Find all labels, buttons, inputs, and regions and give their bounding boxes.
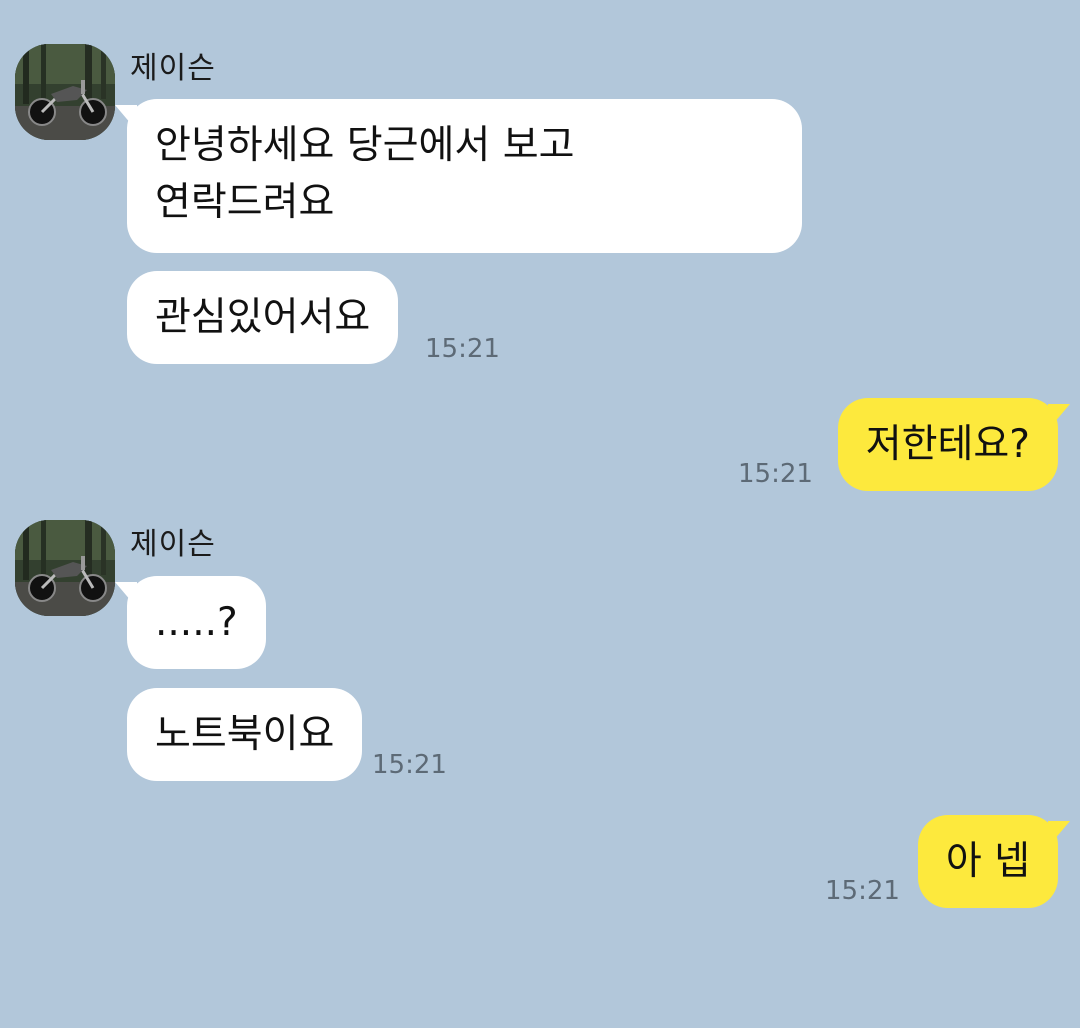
bubble-tail xyxy=(115,582,137,608)
message-line: 노트북이요 xyxy=(155,712,335,757)
sender-name: 제이슨 xyxy=(130,527,216,562)
message-timestamp: 15:21 xyxy=(372,750,447,780)
message-line: 저한테요? xyxy=(865,422,1030,467)
chat-room: 제이슨 안녕하세요 당근에서 보고 연락드려요 관심있어서요 15:21 저한테… xyxy=(0,0,1080,1028)
message-line: 연락드려요 xyxy=(155,180,335,225)
message-line: .....? xyxy=(155,600,238,645)
bubble-tail xyxy=(115,105,137,131)
message-line: 관심있어서요 xyxy=(155,295,371,340)
message-bubble[interactable]: 아 넵 xyxy=(917,815,1070,908)
message-bubble[interactable]: .....? xyxy=(115,576,266,669)
message-timestamp: 15:21 xyxy=(738,459,813,489)
message-bubble[interactable]: 노트북이요 xyxy=(127,688,363,781)
sender-name: 제이슨 xyxy=(130,51,216,86)
message-line: 안녕하세요 당근에서 보고 xyxy=(155,123,575,168)
motorcycle-icon xyxy=(15,44,115,140)
message-bubble[interactable]: 저한테요? xyxy=(837,398,1070,491)
sender-avatar[interactable] xyxy=(15,520,115,616)
motorcycle-icon xyxy=(15,520,115,616)
message-timestamp: 15:21 xyxy=(425,334,500,364)
bubble-tail xyxy=(1048,821,1070,847)
message-line: 아 넵 xyxy=(945,839,1030,884)
message-timestamp: 15:21 xyxy=(825,876,900,906)
bubble-tail xyxy=(1048,404,1070,430)
message-bubble[interactable]: 관심있어서요 xyxy=(127,271,399,364)
sender-avatar[interactable] xyxy=(15,44,115,140)
message-bubble[interactable]: 안녕하세요 당근에서 보고 연락드려요 xyxy=(115,99,802,253)
